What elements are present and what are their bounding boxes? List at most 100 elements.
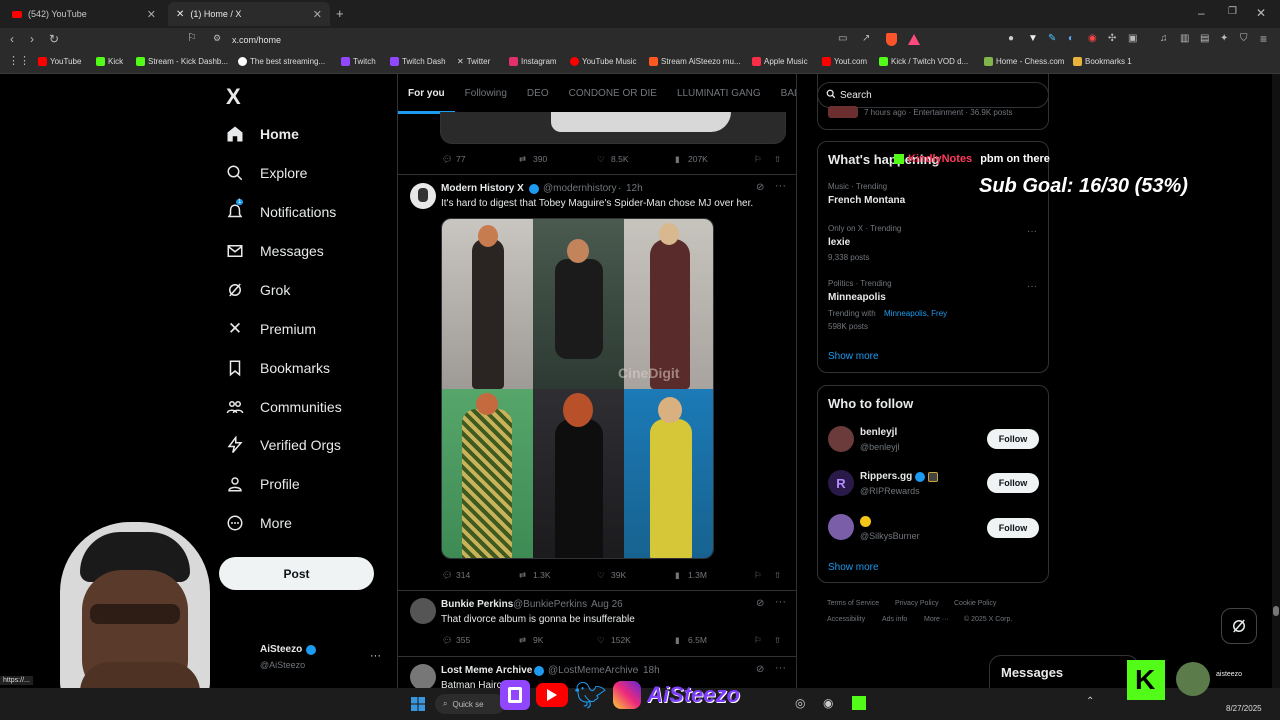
- messages-drawer[interactable]: Messages: [989, 655, 1139, 688]
- sidebar-item-grok[interactable]: Grok: [226, 281, 290, 299]
- cast-icon[interactable]: ▭: [838, 34, 847, 44]
- sidebar-item-verified-orgs[interactable]: Verified Orgs: [226, 436, 341, 454]
- views-icon[interactable]: ▮: [675, 570, 680, 581]
- footer-link[interactable]: Cookie Policy: [954, 600, 996, 607]
- tweet-time[interactable]: 18h: [643, 665, 660, 676]
- more-icon[interactable]: ···: [1027, 281, 1037, 292]
- bookmark-vod[interactable]: Kick / Twitch VOD d...: [879, 57, 968, 66]
- sidebar-item-bookmarks[interactable]: Bookmarks: [226, 359, 330, 377]
- media-icon[interactable]: ♫: [1160, 34, 1168, 44]
- follow-handle[interactable]: @SilkysBurner: [860, 531, 920, 541]
- wallet-icon[interactable]: ▤: [1200, 34, 1209, 44]
- avatar[interactable]: [410, 183, 436, 209]
- tab-deo[interactable]: DEO: [517, 74, 559, 114]
- bookmark-page-icon[interactable]: ⚐: [187, 33, 197, 44]
- bookmark-apple-music[interactable]: Apple Music: [752, 57, 808, 66]
- bookmark-streaming[interactable]: The best streaming...: [238, 57, 325, 66]
- repost-icon[interactable]: ⇄: [519, 154, 526, 165]
- avatar[interactable]: R: [828, 470, 854, 496]
- brave-shield-icon[interactable]: [886, 33, 897, 46]
- windows-start-icon[interactable]: [411, 697, 425, 716]
- tab-lluminati-gang[interactable]: LLUMINATI GANG: [667, 74, 771, 114]
- grok-icon[interactable]: ⊘: [756, 598, 764, 609]
- more-icon[interactable]: ···: [1027, 226, 1037, 237]
- views-icon[interactable]: ▮: [675, 635, 680, 646]
- like-icon[interactable]: ♡: [597, 570, 605, 581]
- more-icon[interactable]: ···: [370, 650, 381, 662]
- tweet-handle[interactable]: @LostMemeArchive: [548, 665, 638, 676]
- extension-icon-3[interactable]: ✎: [1048, 34, 1056, 44]
- bookmark-twitter[interactable]: ✕ Twitter: [457, 57, 490, 66]
- tray-chevron-icon[interactable]: ⌃: [1086, 696, 1094, 707]
- extension-icon-5[interactable]: ◉: [1088, 34, 1097, 44]
- photo[interactable]: [624, 389, 713, 558]
- rewards-icon[interactable]: [908, 34, 920, 45]
- trend-item[interactable]: Only on X · Trending lexie 9,338 posts ·…: [818, 224, 1048, 264]
- home-timeline[interactable]: For you Following DEO CONDONE OR DIE LLU…: [397, 74, 797, 720]
- extension-icon-4[interactable]: ◐: [1068, 34, 1074, 44]
- footer-link[interactable]: Privacy Policy: [895, 600, 939, 607]
- reply-icon[interactable]: 💬︎: [442, 570, 453, 581]
- bookmark-icon[interactable]: ⚐: [754, 635, 762, 646]
- share-icon[interactable]: ⇧: [774, 570, 781, 581]
- bookmark-yout[interactable]: Yout.com: [822, 57, 867, 66]
- trending-partial-card[interactable]: 7 hours ago · Entertainment · 36.9K post…: [817, 74, 1049, 130]
- more-icon[interactable]: ···: [775, 596, 786, 608]
- maximize-icon[interactable]: ❐: [1228, 7, 1237, 17]
- tab-following[interactable]: Following: [455, 74, 517, 114]
- grok-icon[interactable]: ⊘: [756, 664, 764, 675]
- follow-button[interactable]: Follow: [987, 429, 1039, 449]
- bookmark-kick-dashboard[interactable]: Stream - Kick Dashb...: [136, 57, 228, 66]
- show-more-link[interactable]: Show more: [828, 562, 879, 573]
- more-icon[interactable]: ···: [775, 662, 786, 674]
- forward-icon[interactable]: ›: [30, 33, 34, 45]
- extensions-puzzle-icon[interactable]: ✣: [1108, 34, 1116, 44]
- extension-icon-2[interactable]: ▼: [1028, 34, 1038, 44]
- sidebar-item-notifications[interactable]: 1 Notifications: [226, 199, 336, 221]
- footer-link[interactable]: Terms of Service: [827, 600, 879, 607]
- bookmark-stream-music[interactable]: Stream AiSteezo mu...: [649, 57, 741, 66]
- kick-taskbar-icon[interactable]: [852, 696, 866, 710]
- scrollbar[interactable]: [1272, 74, 1280, 688]
- leo-ai-icon[interactable]: ✦: [1220, 34, 1228, 44]
- footer-link[interactable]: Ads info: [882, 616, 907, 623]
- bookmark-folder[interactable]: Bookmarks 1: [1073, 57, 1132, 66]
- vpn-icon[interactable]: ⛉: [1240, 34, 1248, 44]
- tab-condone-or-die[interactable]: CONDONE OR DIE: [559, 74, 667, 114]
- sidebar-item-premium[interactable]: ✕ Premium: [226, 319, 316, 338]
- bookmark-youtube[interactable]: YouTube: [38, 57, 81, 66]
- browser-taskbar-icon[interactable]: ◎: [795, 696, 805, 710]
- follow-name[interactable]: benleyjl: [860, 427, 897, 438]
- reply-icon[interactable]: 💬︎: [442, 154, 453, 165]
- new-tab-button[interactable]: +: [336, 7, 344, 20]
- bookmark-youtube-music[interactable]: YouTube Music: [570, 57, 637, 66]
- tweet-author-name[interactable]: Lost Meme Archive: [441, 665, 532, 676]
- site-info-icon[interactable]: ⚙: [213, 34, 221, 43]
- sidebar-item-profile[interactable]: Profile: [226, 475, 300, 493]
- avatar[interactable]: [410, 664, 436, 690]
- views-icon[interactable]: ▮: [675, 154, 680, 165]
- follow-handle[interactable]: @RIPRewards: [860, 486, 920, 496]
- extension-icon-1[interactable]: ●: [1008, 34, 1014, 44]
- tweet[interactable]: Modern History X @modernhistory · 12h ⊘ …: [398, 175, 796, 589]
- tab-for-you[interactable]: For you: [398, 74, 455, 114]
- tweet[interactable]: Bunkie Perkins @BunkiePerkins · Aug 26 ⊘…: [398, 591, 796, 655]
- photo[interactable]: [533, 219, 624, 389]
- avatar[interactable]: [828, 514, 854, 540]
- follow-button[interactable]: Follow: [987, 518, 1039, 538]
- address-bar[interactable]: x.com/home: [232, 35, 281, 45]
- follow-name[interactable]: Rippers.gg: [860, 471, 912, 482]
- tweet-time[interactable]: Aug 26: [591, 599, 623, 610]
- sidebar-icon[interactable]: ▥: [1180, 34, 1189, 44]
- trending-with-link[interactable]: Minneapolis, Frey: [884, 309, 947, 318]
- bookmark-icon[interactable]: ⚐: [754, 570, 762, 581]
- tweet-handle[interactable]: @modernhistory: [543, 183, 617, 194]
- photo[interactable]: [442, 219, 533, 389]
- taskbar-search[interactable]: ⌕ Quick se: [435, 694, 505, 714]
- repost-icon[interactable]: ⇄: [519, 570, 526, 581]
- photo[interactable]: [442, 389, 533, 558]
- bookmark-kick[interactable]: Kick: [96, 57, 123, 66]
- tab-x-home[interactable]: ✕ (1) Home / X ✕: [168, 2, 330, 26]
- sidebar-item-messages[interactable]: Messages: [226, 242, 324, 260]
- tweet-handle[interactable]: @BunkiePerkins: [513, 599, 587, 610]
